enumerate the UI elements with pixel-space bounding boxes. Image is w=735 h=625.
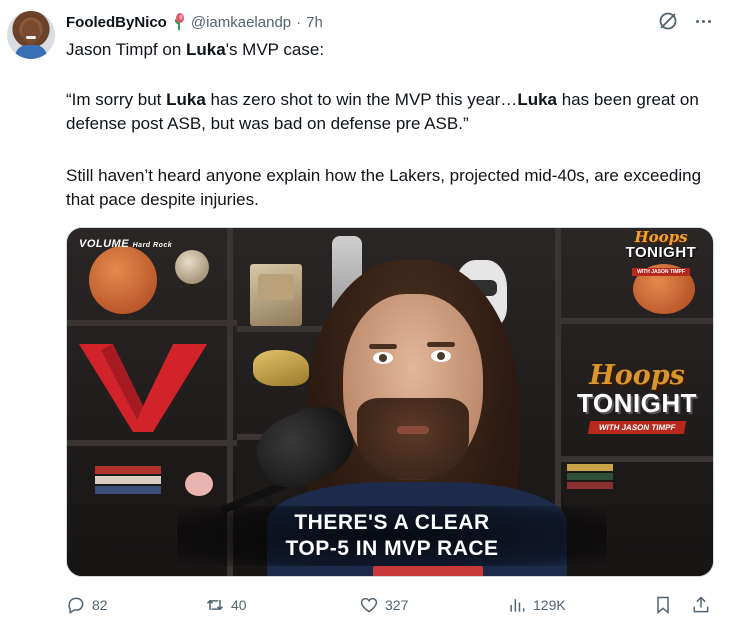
- reply-button[interactable]: 82: [66, 594, 108, 616]
- bookmark-button[interactable]: [653, 594, 673, 616]
- tweet-text-line1: Jason Timpf on Luka's MVP case:: [66, 40, 325, 59]
- retweet-button[interactable]: 40: [205, 594, 247, 616]
- volume-logo: VOLUME Hard Rock: [79, 238, 173, 250]
- tweet-paragraph: Still haven’t heard anyone explain how t…: [66, 166, 702, 209]
- share-icon: [693, 596, 709, 613]
- more-icon[interactable]: [690, 10, 716, 32]
- timestamp[interactable]: 7h: [306, 14, 323, 31]
- flower-badge-icon: [172, 13, 186, 31]
- reply-icon: [68, 597, 84, 614]
- display-name[interactable]: FooledByNico: [66, 14, 167, 31]
- like-count: 327: [385, 597, 409, 613]
- tweet-quote: “Im sorry but Luka has zero shot to win …: [66, 90, 699, 133]
- v-logo-icon: [79, 344, 207, 432]
- video-thumbnail[interactable]: VOLUME Hard Rock Hoops TONIGHT WITH JASO…: [66, 227, 714, 577]
- views-icon: [510, 599, 525, 612]
- grok-icon[interactable]: [657, 10, 679, 32]
- heart-icon: [360, 597, 378, 613]
- caption-line-2: TOP-5 IN MVP RACE: [285, 537, 499, 560]
- hoops-tonight-wall-sign: Hoops TONIGHT WITH JASON TIMPF: [576, 360, 698, 434]
- tweet-header: FooledByNico @iamkaelandp · 7h: [66, 11, 323, 33]
- retweet-icon: [206, 599, 224, 611]
- like-button[interactable]: 327: [359, 594, 408, 616]
- hoops-tonight-corner-logo: Hoops TONIGHT WITH JASON TIMPF: [625, 228, 697, 276]
- view-count: 129K: [533, 597, 566, 613]
- bookmark-icon: [657, 596, 669, 615]
- separator-dot: ·: [296, 13, 302, 31]
- share-button[interactable]: [691, 594, 711, 616]
- avatar[interactable]: [7, 11, 55, 59]
- video-caption: THERE'S A CLEAR TOP-5 IN MVP RACE: [177, 506, 607, 566]
- views-button[interactable]: 129K: [507, 594, 566, 616]
- action-bar: 82 40 327 129K: [66, 590, 722, 620]
- tweet[interactable]: FooledByNico @iamkaelandp · 7h Jason Tim…: [0, 0, 735, 625]
- reply-count: 82: [92, 597, 108, 613]
- user-handle[interactable]: @iamkaelandp: [191, 14, 291, 31]
- caption-line-1: THERE'S A CLEAR: [294, 511, 490, 534]
- retweet-count: 40: [231, 597, 247, 613]
